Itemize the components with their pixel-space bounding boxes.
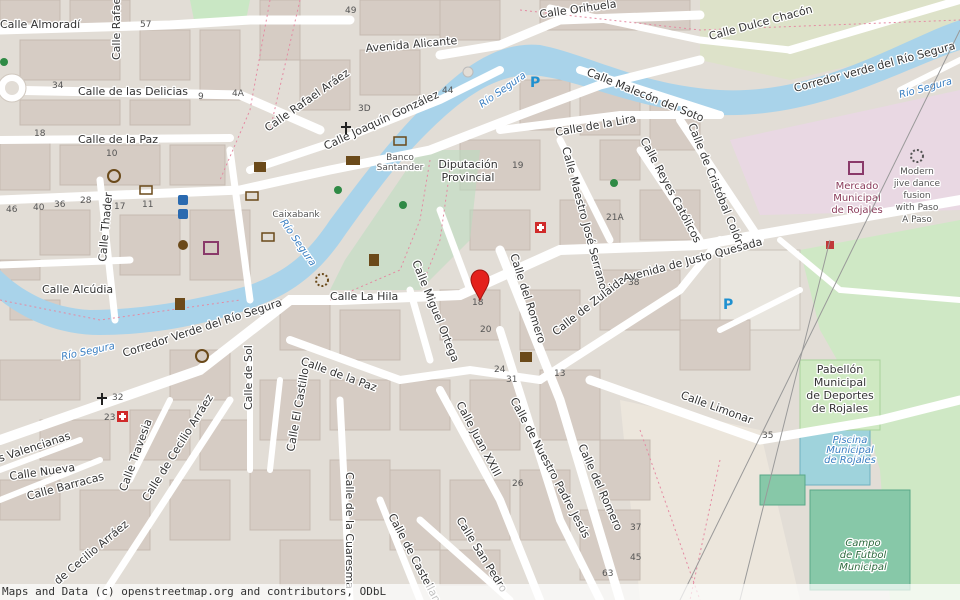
poi-mercado-2: Municipal: [833, 193, 881, 204]
street-hila: Calle La Hila: [330, 290, 398, 303]
house-number: 35: [762, 431, 773, 441]
poi-caixa: Caixabank: [272, 210, 320, 220]
svg-text:P: P: [530, 75, 540, 91]
house-number: 37: [630, 523, 641, 533]
poi-jive-3: fusion: [903, 191, 930, 201]
house-number: 36: [54, 200, 66, 210]
poi-pabellon-2: Municipal: [814, 376, 866, 389]
house-number: 13: [554, 369, 565, 379]
house-number: 23: [104, 413, 115, 423]
parking-area: [719, 249, 801, 331]
house-number: 3D: [358, 104, 371, 114]
poi-campo-2: de Fútbol: [840, 549, 887, 561]
poi-mercado-1: Mercado: [836, 181, 879, 192]
house-number: 31: [506, 375, 517, 385]
house-number: 18: [472, 298, 484, 308]
theatre-icon: [178, 240, 188, 250]
house-number: 18: [34, 129, 46, 139]
poi-pabellon-3: de Deportes: [806, 389, 874, 402]
house-number: 40: [33, 203, 45, 213]
poi-jive-1: Modern: [900, 167, 934, 177]
small-pitch: [759, 474, 806, 506]
poi-mercado-3: de Rojales: [831, 205, 882, 216]
house-number: 19: [512, 161, 524, 171]
bus-stop-icon: [178, 209, 188, 219]
house-number: 11: [142, 200, 153, 210]
map-attribution: Maps and Data (c) openstreetmap.org and …: [0, 584, 960, 600]
street-almoradi: Calle Almoradí: [0, 18, 81, 31]
poi-campo-1: Campo: [845, 538, 880, 549]
poi-piscina-3: de Rojales: [824, 455, 876, 466]
map-layer: Calle Almoradí Calle Rafael Albe Calle d…: [0, 0, 960, 600]
townhall-icon: [254, 162, 266, 172]
parking-icon: P: [530, 75, 540, 91]
poi-diputacion-2: Provincial: [442, 171, 495, 184]
street-cuaresma: Calle de la Cuaresma: [343, 472, 356, 589]
post-icon: [346, 156, 360, 165]
poi-campo-3: Municipal: [839, 562, 887, 573]
shelter-icon: [826, 241, 834, 249]
house-number: 34: [52, 81, 64, 91]
house-number: 46: [6, 205, 18, 215]
house-number: 45: [630, 553, 641, 563]
house-number: 28: [80, 196, 92, 206]
parking-icon: P: [723, 297, 733, 313]
house-number: 17: [114, 202, 125, 212]
poi-pabellon-1: Pabellón: [817, 363, 863, 376]
street-delicias: Calle de las Delicias: [78, 85, 188, 98]
pharmacy-icon: [117, 411, 128, 422]
street-sol: Calle de Sol: [242, 345, 255, 410]
roundabout-center: [5, 81, 19, 95]
bus-stop-icon: [178, 195, 188, 205]
house-number: 24: [494, 365, 506, 375]
poi-jive-4: with Paso: [896, 203, 939, 213]
pharmacy-icon: [535, 222, 546, 233]
street-alcudia: Calle Alcúdia: [42, 283, 113, 296]
poi-diputacion-1: Diputación: [438, 158, 497, 171]
house-number: 32: [112, 393, 123, 403]
house-number: 9: [198, 92, 204, 102]
poi-banco-1: Banco: [386, 153, 414, 163]
house-number: 63: [602, 569, 613, 579]
house-number: 38: [628, 278, 640, 288]
house-number: 21A: [606, 213, 624, 223]
library-icon: [520, 352, 532, 362]
house-number: 4A: [232, 89, 245, 99]
house-number: 10: [106, 149, 118, 159]
house-number: 20: [480, 325, 492, 335]
house-number: 26: [512, 479, 524, 489]
poi-pabellon-4: de Rojales: [812, 402, 869, 415]
museum-icon: [175, 298, 185, 310]
poi-jive-5: A Paso: [902, 215, 932, 225]
street-rafael-alb: Calle Rafael Albe: [110, 0, 123, 60]
map-canvas[interactable]: Calle Almoradí Calle Rafael Albe Calle d…: [0, 0, 960, 600]
small-roundabout: [462, 66, 474, 78]
house-number: 44: [442, 86, 454, 96]
svg-text:P: P: [723, 297, 733, 313]
poi-jive-2: jive dance: [893, 179, 941, 189]
museum-icon: [369, 254, 379, 266]
street-paz1: Calle de la Paz: [78, 133, 158, 146]
poi-banco-2: Santander: [377, 163, 424, 173]
house-number: 49: [345, 6, 357, 16]
house-number: 57: [140, 20, 151, 30]
